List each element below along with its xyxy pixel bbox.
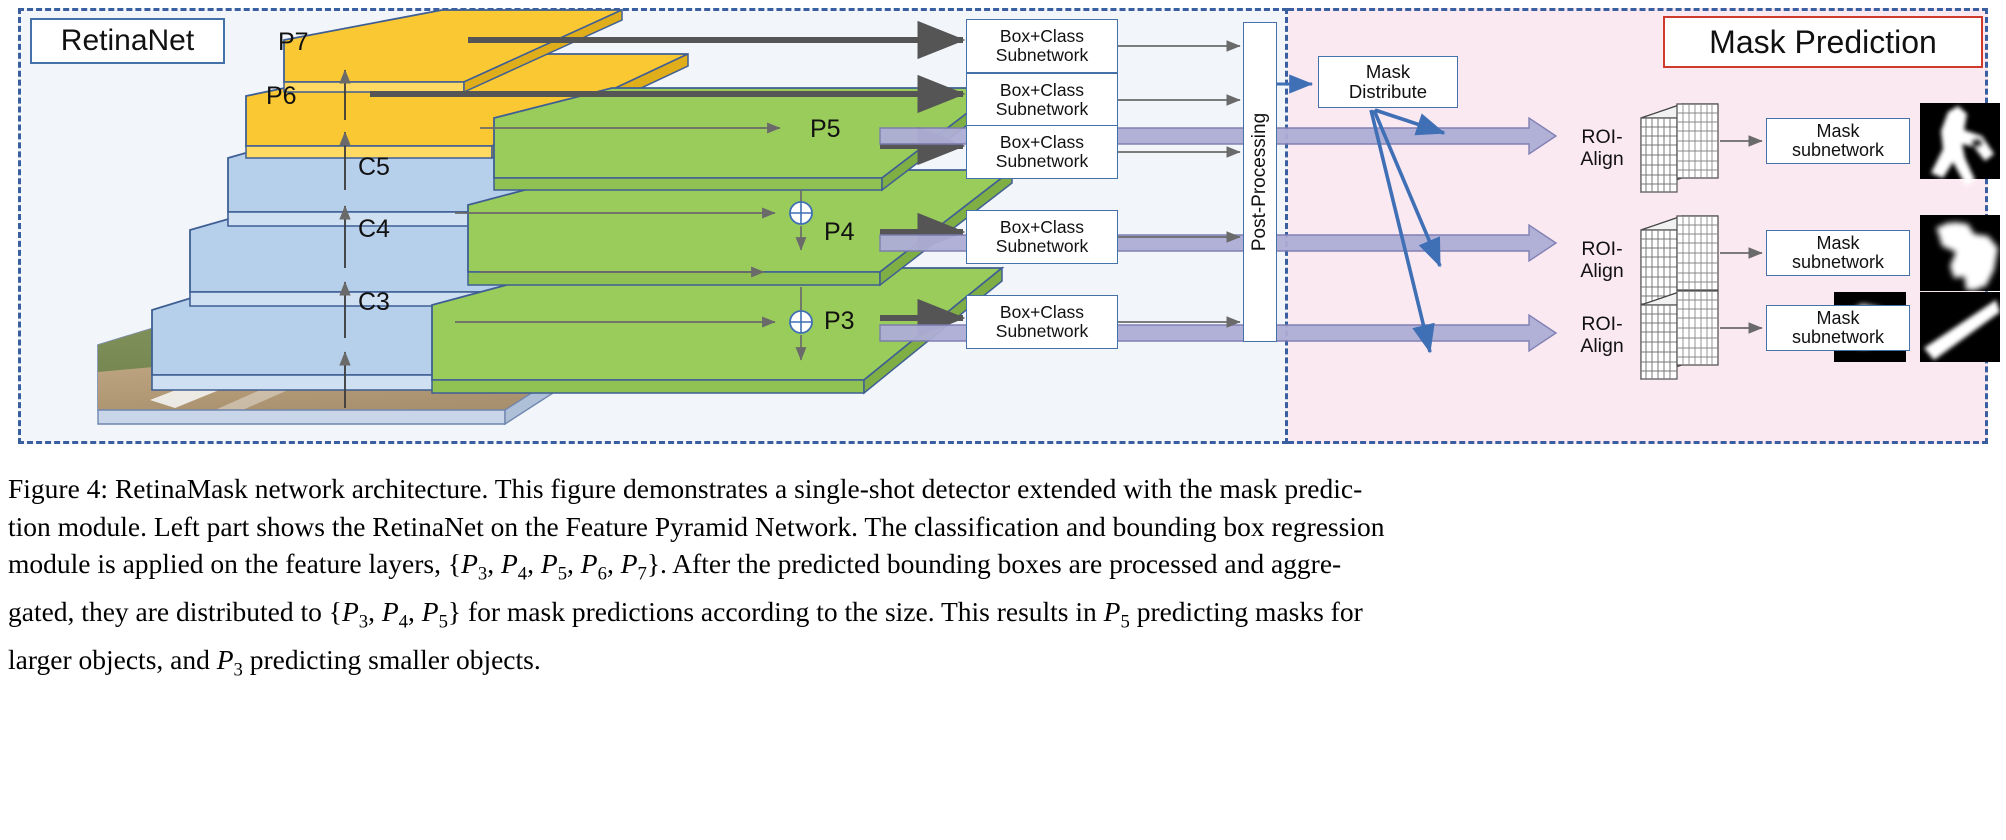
mask-subnetwork-line1: Mask: [1816, 232, 1860, 253]
subnetwork-line1: Box+Class: [999, 302, 1085, 323]
caption-line-1: Figure 4: RetinaMask network architectur…: [8, 473, 1363, 504]
post-processing-block[interactable]: Post-Processing: [1243, 22, 1277, 342]
caption-line-5: larger objects, and P3 predicting smalle…: [8, 644, 541, 681]
mask-subnetwork-p4[interactable]: Mask subnetwork: [1766, 230, 1910, 276]
mask-subnetwork-line1: Mask: [1816, 120, 1860, 141]
layer-label-p5: P5: [810, 115, 841, 143]
layer-label-p4: P4: [824, 218, 855, 246]
roi-align-label-p5: ROI- Align: [1566, 126, 1638, 171]
roi-align-label-p4: ROI- Align: [1566, 238, 1638, 283]
mask-subnetwork-line2: subnetwork: [1791, 140, 1885, 160]
subnetwork-line2: Subnetwork: [995, 45, 1089, 65]
subnetwork-line2: Subnetwork: [995, 99, 1089, 119]
caption-line-4: gated, they are distributed to {P3, P4, …: [8, 596, 1363, 633]
subnetwork-line1: Box+Class: [999, 132, 1085, 153]
layer-label-p6: P6: [266, 82, 297, 110]
subnetwork-line1: Box+Class: [999, 26, 1085, 47]
caption-line-3: module is applied on the feature layers,…: [8, 548, 1342, 585]
layer-label-c3: C3: [358, 288, 390, 316]
layer-label-p3: P3: [824, 307, 855, 335]
box-class-subnetwork-p7[interactable]: Box+Class Subnetwork: [966, 19, 1118, 73]
caption-line-2: tion module. Left part shows the RetinaN…: [8, 510, 1385, 542]
mask-distribute-routing-arrows: [1369, 108, 1446, 354]
subnetwork-line2: Subnetwork: [995, 236, 1089, 256]
subnetwork-line2: Subnetwork: [995, 151, 1089, 171]
predicted-mask-p4: [1920, 215, 2000, 291]
roi-align-label-p3: ROI- Align: [1566, 313, 1638, 358]
post-processing-label: Post-Processing: [1249, 112, 1270, 252]
mask-distribute-block[interactable]: Mask Distribute: [1318, 56, 1458, 108]
box-class-subnetwork-p3[interactable]: Box+Class Subnetwork: [966, 295, 1118, 349]
mask-subnetwork-line1: Mask: [1816, 307, 1860, 328]
figure-caption: Figure 4: RetinaMask network architectur…: [8, 470, 2000, 689]
roi-align-grid-p3: [1640, 290, 1763, 380]
architecture-figure: RetinaNet Mask Prediction P7 P6 C5 C4 C3…: [0, 0, 2006, 452]
box-class-subnetwork-p6[interactable]: Box+Class Subnetwork: [966, 73, 1118, 127]
predicted-mask-p5: [1920, 103, 2000, 186]
box-class-subnetwork-p5[interactable]: Box+Class Subnetwork: [966, 125, 1118, 179]
roi-align-grid-p5: [1640, 103, 1763, 193]
figure-page: RetinaNet Mask Prediction P7 P6 C5 C4 C3…: [0, 0, 2006, 840]
mask-subnetwork-line2: subnetwork: [1791, 252, 1885, 272]
roi-align-line2: Align: [1580, 334, 1624, 357]
subnetwork-line2: Subnetwork: [995, 321, 1089, 341]
layer-label-c4: C4: [358, 215, 390, 243]
roi-align-line1: ROI-: [1581, 238, 1623, 260]
mask-subnetwork-p3[interactable]: Mask subnetwork: [1766, 305, 1910, 351]
box-class-subnetwork-p4[interactable]: Box+Class Subnetwork: [966, 210, 1118, 264]
roi-align-line2: Align: [1580, 147, 1624, 170]
layer-label-c5: C5: [358, 153, 390, 181]
subnetwork-line1: Box+Class: [999, 80, 1085, 101]
roi-align-line1: ROI-: [1581, 126, 1623, 148]
mask-subnetwork-p5[interactable]: Mask subnetwork: [1766, 118, 1910, 164]
mask-distribute-line1: Mask: [1365, 61, 1411, 83]
predicted-mask-p3-b: [1920, 292, 2000, 362]
mask-subnetwork-line2: subnetwork: [1791, 327, 1885, 347]
roi-align-line1: ROI-: [1581, 313, 1623, 335]
postprocessing-input-arrows: [1118, 40, 1241, 328]
layer-label-p7: P7: [278, 28, 309, 56]
roi-align-line2: Align: [1580, 259, 1624, 282]
subnetwork-line1: Box+Class: [999, 217, 1085, 238]
mask-distribute-line2: Distribute: [1348, 81, 1428, 102]
